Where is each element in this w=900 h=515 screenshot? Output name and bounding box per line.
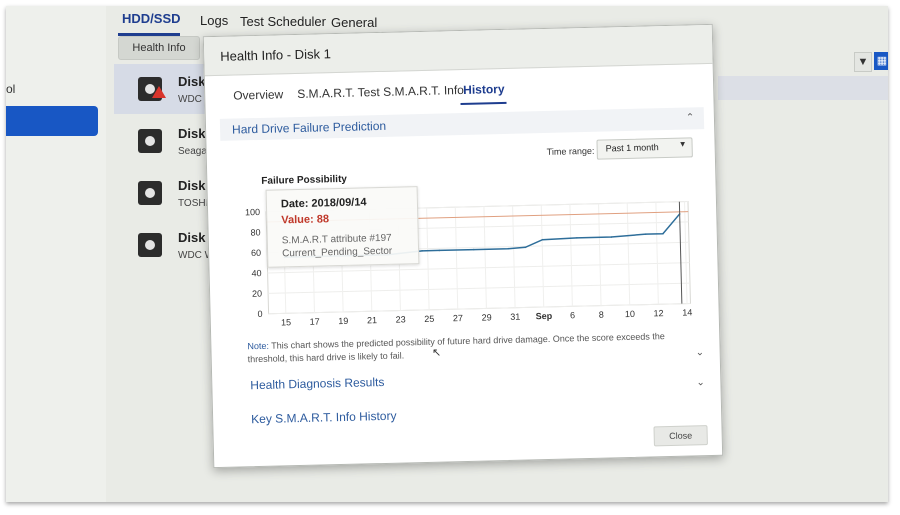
hard-drive-icon xyxy=(138,233,162,257)
y-tick-label: 0 xyxy=(257,309,262,319)
hard-drive-icon xyxy=(138,129,162,153)
x-gridline xyxy=(454,207,459,310)
x-tick-label: 23 xyxy=(396,314,406,324)
x-gridline xyxy=(626,202,631,305)
x-tick-label: 8 xyxy=(599,310,604,320)
chart-note: Note: This chart shows the predicted pos… xyxy=(247,330,688,367)
time-range-label: Time range: xyxy=(546,145,595,157)
close-button[interactable]: Close xyxy=(653,425,708,447)
tab-general[interactable]: General xyxy=(331,15,377,30)
x-tick-label: 14 xyxy=(682,307,692,317)
x-gridline xyxy=(512,205,516,308)
health-info-dialog: Health Info - Disk 1 Overview S.M.A.R.T.… xyxy=(202,23,724,469)
note-label: Note: xyxy=(247,340,270,352)
section-title: Hard Drive Failure Prediction xyxy=(231,118,387,137)
tooltip-value: Value: 88 xyxy=(281,213,330,227)
hover-marker-line xyxy=(678,201,683,304)
y-tick-label: 40 xyxy=(251,268,261,278)
chevron-down-icon: ▼ xyxy=(678,139,687,149)
x-gridline xyxy=(655,202,659,305)
note-text: This chart shows the predicted possibili… xyxy=(247,331,665,365)
filter-icon[interactable]: ▼ xyxy=(854,52,872,72)
tab-smart-test[interactable]: S.M.A.R.T. Test xyxy=(297,85,380,101)
time-range-value: Past 1 month xyxy=(605,142,659,154)
x-tick-label: Sep xyxy=(536,311,553,321)
chevron-down-icon[interactable]: ⌄ xyxy=(696,377,705,388)
tab-smart-info[interactable]: S.M.A.R.T. Info xyxy=(383,83,464,99)
y-tick-label: 100 xyxy=(245,207,260,217)
x-tick-label: 10 xyxy=(625,309,635,319)
time-range-select[interactable]: Past 1 month ▼ xyxy=(596,137,693,160)
screenshot-frame: ol HDD/SSD Logs Test Scheduler General H… xyxy=(6,6,888,502)
tooltip-attribute-name: Current_Pending_Sector xyxy=(282,245,393,260)
x-tick-label: 27 xyxy=(453,313,463,323)
x-gridline xyxy=(598,203,602,306)
mouse-cursor-icon: ↖ xyxy=(432,347,442,359)
x-tick-label: 31 xyxy=(510,312,520,322)
grid-view-icon[interactable]: ▦ xyxy=(874,52,888,70)
left-nav-active-item[interactable] xyxy=(6,106,98,136)
x-gridline xyxy=(426,207,430,310)
key-smart-info-history-section[interactable]: Key S.M.A.R.T. Info History xyxy=(251,409,397,427)
tooltip-date: Date: 2018/09/14 xyxy=(280,196,367,211)
tab-overview[interactable]: Overview xyxy=(233,87,283,102)
x-tick-label: 25 xyxy=(424,314,434,324)
y-gridline xyxy=(268,282,690,294)
y-tick-label: 60 xyxy=(251,248,261,258)
x-gridline xyxy=(483,206,487,309)
active-tab-underline xyxy=(460,101,507,106)
chevron-up-icon[interactable]: ⌃ xyxy=(686,112,695,123)
x-tick-label: 21 xyxy=(367,315,377,325)
left-nav-label-fragment: ol xyxy=(6,82,16,96)
chart-tooltip: Date: 2018/09/14 Value: 88 S.M.A.R.T att… xyxy=(265,186,420,268)
tab-history[interactable]: History xyxy=(463,82,505,97)
x-gridline xyxy=(684,201,688,304)
hard-drive-icon xyxy=(138,181,162,205)
x-tick-label: 19 xyxy=(338,316,348,326)
x-tick-label: 29 xyxy=(482,312,492,322)
tab-test-scheduler[interactable]: Test Scheduler xyxy=(240,14,326,29)
health-info-button[interactable]: Health Info xyxy=(118,36,200,60)
left-navigation-panel: ol xyxy=(6,6,106,502)
y-tick-label: 80 xyxy=(250,227,260,237)
y-tick-label: 20 xyxy=(252,289,262,299)
x-tick-label: 6 xyxy=(570,310,575,320)
x-gridline xyxy=(540,205,545,308)
tab-hdd-ssd[interactable]: HDD/SSD xyxy=(122,11,181,26)
warning-icon xyxy=(152,86,166,98)
chevron-down-icon[interactable]: ⌄ xyxy=(696,347,705,358)
x-gridline xyxy=(569,204,573,307)
health-diagnosis-results-section[interactable]: Health Diagnosis Results xyxy=(250,375,384,392)
x-tick-label: 17 xyxy=(310,317,320,327)
x-tick-label: 15 xyxy=(281,317,291,327)
list-header-bar xyxy=(718,76,888,100)
tooltip-attribute: S.M.A.R.T attribute #197 xyxy=(281,232,392,247)
x-tick-label: 12 xyxy=(653,308,663,318)
dialog-title: Health Info - Disk 1 xyxy=(220,46,331,64)
tab-logs[interactable]: Logs xyxy=(200,13,228,28)
